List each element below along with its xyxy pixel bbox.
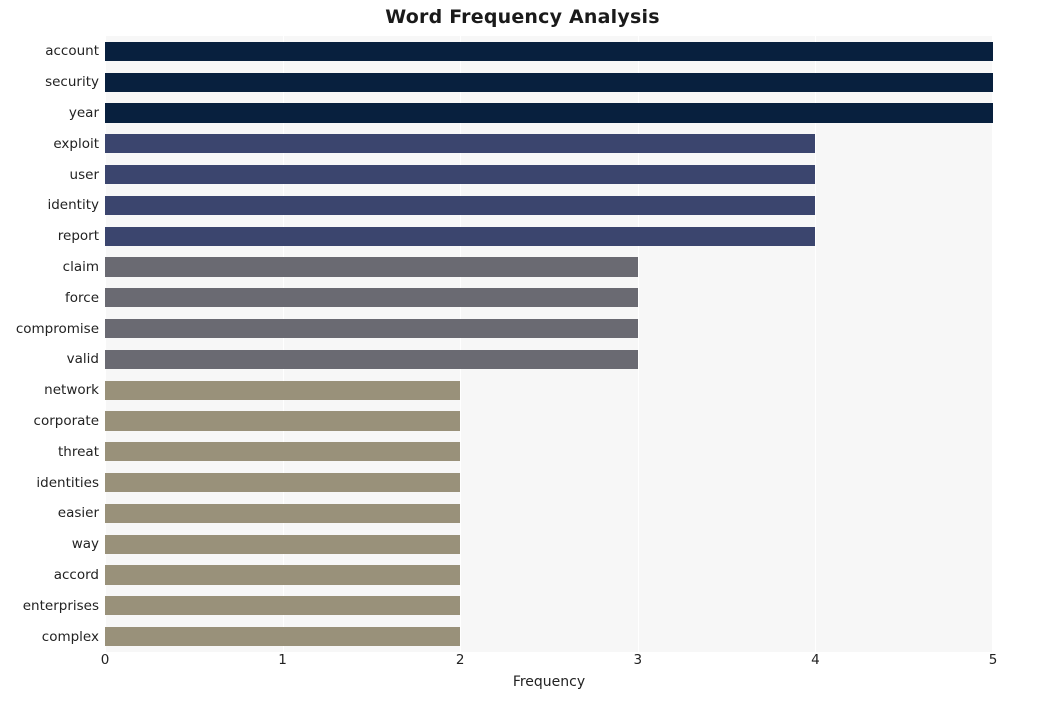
bar — [105, 442, 461, 462]
bar-row — [105, 257, 993, 277]
y-axis-tick-label: force — [65, 289, 99, 306]
bar — [105, 288, 638, 308]
bar-row — [105, 534, 993, 554]
y-axis-tick-label: exploit — [53, 135, 99, 152]
bar — [105, 226, 816, 246]
y-axis-tick-label: year — [68, 105, 99, 121]
bar — [105, 195, 816, 215]
x-axis-title: Frequency — [512, 674, 586, 690]
bar-series — [105, 36, 993, 652]
bar — [105, 41, 993, 61]
bar — [105, 72, 993, 92]
word-frequency-chart: Word Frequency Analysis account security y… — [0, 0, 1045, 701]
bar-row — [105, 41, 993, 61]
y-axis-tick-label: accord — [53, 567, 99, 583]
bar-row — [105, 596, 993, 616]
y-axis-tick-label: compromise — [15, 320, 99, 337]
x-axis-tick-labels: 0 1 2 3 4 5 — [101, 652, 998, 674]
bar-row — [105, 380, 993, 400]
bar — [105, 319, 638, 339]
y-axis-tick-label: report — [57, 228, 99, 245]
y-axis-tick-label: claim — [62, 259, 99, 275]
x-axis-tick-label: 5 — [988, 652, 998, 668]
bar-row — [105, 226, 993, 246]
bar — [105, 534, 461, 554]
bar-row — [105, 411, 993, 431]
bar — [105, 257, 638, 277]
bar-row — [105, 319, 993, 339]
y-axis-tick-label: complex — [41, 628, 99, 645]
y-axis-tick-label: identity — [47, 197, 99, 214]
bar-row — [105, 72, 993, 92]
y-axis-tick-label: identities — [36, 474, 99, 491]
y-axis-tick-label: security — [45, 74, 99, 91]
plot-area — [105, 36, 993, 652]
bar-row — [105, 165, 993, 185]
y-axis-tick-label: threat — [58, 443, 99, 460]
bar — [105, 473, 461, 493]
bar-row — [105, 473, 993, 493]
bar-row — [105, 565, 993, 585]
y-axis-tick-label: enterprises — [22, 597, 99, 614]
y-axis-tick-labels: account security year exploit user identity re… — [0, 36, 99, 652]
bar — [105, 565, 461, 585]
y-axis-tick-label: user — [69, 166, 99, 183]
bar-row — [105, 134, 993, 154]
bar-row — [105, 349, 993, 369]
y-axis-tick-label: account — [45, 43, 99, 60]
x-axis-tick-label: 3 — [633, 652, 643, 668]
bar — [105, 503, 461, 523]
bar — [105, 596, 461, 616]
bar — [105, 627, 461, 647]
y-axis-tick-label: corporate — [33, 413, 99, 429]
bar-row — [105, 288, 993, 308]
bar — [105, 349, 638, 369]
x-axis-tick-label: 2 — [455, 652, 465, 668]
x-axis-tick-label: 0 — [100, 652, 110, 668]
bar — [105, 411, 461, 431]
bar — [105, 103, 993, 123]
y-axis-tick-label: way — [71, 536, 99, 553]
bar-row — [105, 503, 993, 523]
bar-row — [105, 195, 993, 215]
y-axis-tick-label: network — [44, 382, 99, 399]
y-axis-tick-label: easier — [57, 505, 99, 522]
x-axis-tick-label: 1 — [278, 652, 287, 668]
bar — [105, 165, 816, 185]
chart-title: Word Frequency Analysis — [385, 6, 660, 28]
bar-row — [105, 627, 993, 647]
bar-row — [105, 442, 993, 462]
y-axis-tick-label: valid — [66, 351, 99, 368]
x-axis-tick-label: 4 — [811, 652, 820, 668]
bar — [105, 380, 461, 400]
bar-row — [105, 103, 993, 123]
bar — [105, 134, 816, 154]
